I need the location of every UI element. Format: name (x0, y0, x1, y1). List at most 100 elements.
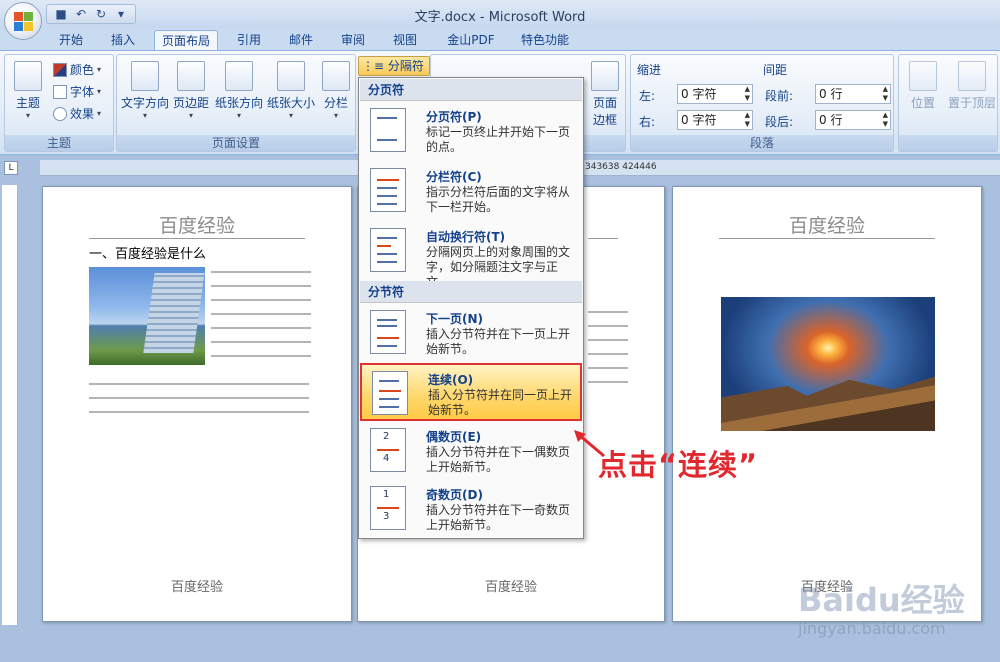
even-page-icon: 2 4 (370, 428, 406, 472)
spacing-after-label: 段后: (765, 115, 794, 129)
spacing-title: 间距 (763, 63, 788, 77)
columns-button[interactable]: 分栏 ▾ (319, 61, 353, 120)
page-1[interactable]: 百度经验 一、百度经验是什么 百度经验 (42, 186, 352, 622)
watermark-brand: Baidu经验 (798, 581, 965, 619)
indent-title: 缩进 (637, 63, 662, 77)
tab-references[interactable]: 引用 (228, 30, 270, 50)
position-button[interactable]: 位置 (903, 61, 943, 111)
orientation-button[interactable]: 纸张方向 ▾ (213, 61, 265, 120)
menu-section-page-breaks: 分页符 (360, 79, 582, 101)
tab-view[interactable]: 视图 (384, 30, 426, 50)
colors-icon (53, 62, 67, 77)
landscape-image (721, 297, 935, 431)
bring-to-front-button[interactable]: 置于顶层 (945, 61, 999, 111)
column-break-icon (370, 168, 406, 212)
margins-button[interactable]: 页边距 ▾ (171, 61, 211, 120)
spinner-icon[interactable]: ▲ ▼ (745, 111, 750, 129)
undo-icon[interactable]: ↶ (73, 6, 89, 22)
tab-features[interactable]: 特色功能 (514, 30, 576, 50)
title-bar: 文字.docx - Microsoft Word (0, 0, 1000, 28)
page-break-icon (370, 108, 406, 152)
tab-review[interactable]: 审阅 (332, 30, 374, 50)
size-button[interactable]: 纸张大小 ▾ (265, 61, 317, 120)
theme-group: 主题 ▾ 颜色 ▾ 字体 ▾ 效果 ▾ 主题 (4, 54, 114, 152)
indent-right-field[interactable]: 0 字符 ▲ ▼ (677, 110, 753, 130)
text-wrapping-icon (370, 228, 406, 272)
page-borders-button[interactable]: 页面 边框 (585, 61, 625, 128)
page-3[interactable]: 百度经验 百度经验 (672, 186, 982, 622)
body-text-lines (211, 271, 311, 369)
menu-item-text-wrapping-break[interactable]: 自动换行符(T) 分隔网页上的对象周围的文字，如分隔题注文字与正文。 (360, 222, 582, 289)
breaks-icon: ⋮≡ (362, 59, 385, 73)
quick-access-toolbar: ■ ↶ ↻ ▾ (46, 4, 136, 24)
window-title: 文字.docx - Microsoft Word (414, 10, 586, 25)
baidu-watermark: Baidu经验 jingyan.baidu.com (788, 575, 998, 655)
paragraph-group-label: 段落 (631, 135, 893, 151)
page-heading: 一、百度经验是什么 (89, 247, 207, 262)
menu-item-odd-page[interactable]: 1 3 奇数页(D) 插入分节符并在下一奇数页上开始新节。 (360, 480, 582, 538)
spacing-before-label: 段前: (765, 89, 794, 103)
indent-left-field[interactable]: 0 字符 ▲ ▼ (677, 84, 753, 104)
menu-item-continuous[interactable]: 连续(O) 插入分节符并在同一页上开始新节。 (360, 363, 582, 421)
office-button[interactable] (4, 2, 42, 40)
theme-fonts-button[interactable]: 字体 ▾ (53, 83, 101, 100)
page-borders-icon (591, 61, 619, 91)
page-header: 百度经验 (89, 211, 305, 239)
spacing-after-field[interactable]: 0 行 ▲ ▼ (815, 110, 891, 130)
text-direction-button[interactable]: 文字方向 ▾ (119, 61, 171, 120)
ribbon-tabs: 开始 插入 页面布局 引用 邮件 审阅 视图 金山PDF 特色功能 (0, 28, 1000, 50)
theme-group-label: 主题 (5, 135, 113, 151)
text-direction-icon (131, 61, 159, 91)
tab-mailings[interactable]: 邮件 (280, 30, 322, 50)
tab-selector[interactable]: L (4, 161, 18, 175)
spacing-before-field[interactable]: 0 行 ▲ ▼ (815, 84, 891, 104)
ruler-numbers: 343638 424446 (585, 162, 657, 172)
page-header: 百度经验 (719, 211, 935, 239)
spinner-icon[interactable]: ▲ ▼ (883, 111, 888, 129)
tab-insert[interactable]: 插入 (102, 30, 144, 50)
indent-left-label: 左: (639, 89, 656, 103)
bring-to-front-icon (958, 61, 986, 91)
breaks-button[interactable]: ⋮≡ 分隔符 ▾ (358, 56, 430, 90)
orientation-icon (225, 61, 253, 91)
position-icon (909, 61, 937, 91)
theme-effects-button[interactable]: 效果 ▾ (53, 105, 101, 122)
effects-icon (53, 106, 67, 121)
indent-right-label: 右: (639, 115, 656, 129)
menu-item-page-break[interactable]: 分页符(P) 标记一页终止并开始下一页的点。 (360, 102, 582, 160)
page-setup-group: 文字方向 ▾ 页边距 ▾ 纸张方向 ▾ 纸张大小 ▾ 分栏 ▾ 页面设置 (116, 54, 356, 152)
customize-qat-icon[interactable]: ▾ (113, 6, 129, 22)
spinner-icon[interactable]: ▲ ▼ (745, 85, 750, 103)
save-icon[interactable]: ■ (53, 6, 69, 22)
menu-item-next-page[interactable]: 下一页(N) 插入分节符并在下一页上开始新节。 (360, 304, 582, 362)
next-page-icon (370, 310, 406, 354)
redo-icon[interactable]: ↻ (93, 6, 109, 22)
menu-item-even-page[interactable]: 2 4 偶数页(E) 插入分节符并在下一偶数页上开始新节。 (360, 422, 582, 480)
page-footer: 百度经验 (170, 580, 223, 595)
tab-kingsoft-pdf[interactable]: 金山PDF (440, 30, 502, 50)
theme-colors-button[interactable]: 颜色 ▾ (53, 61, 101, 78)
menu-item-column-break[interactable]: 分栏符(C) 指示分栏符后面的文字将从下一栏开始。 (360, 162, 582, 220)
office-logo-icon (14, 12, 34, 32)
themes-button[interactable]: 主题 ▾ (11, 61, 45, 120)
breaks-menu: 分页符 分页符(P) 标记一页终止并开始下一页的点。 分栏符(C) 指示分栏符后… (358, 77, 584, 539)
page-footer: 百度经验 (484, 580, 537, 595)
continuous-icon (372, 371, 408, 415)
paragraph-group: 缩进 间距 左: 0 字符 ▲ ▼ 右: 0 字符 ▲ ▼ 段前: 0 行 ▲ ▼ 段… (630, 54, 894, 152)
size-icon (277, 61, 305, 91)
menu-section-section-breaks: 分节符 (360, 281, 582, 303)
tab-page-layout[interactable]: 页面布局 (154, 30, 218, 50)
page-setup-group-label: 页面设置 (117, 135, 355, 151)
fonts-icon (53, 84, 67, 99)
spinner-icon[interactable]: ▲ ▼ (883, 85, 888, 103)
themes-icon (14, 61, 42, 91)
arrange-group: 位置 置于顶层 (898, 54, 998, 152)
annotation-label: 点击“连续” (598, 448, 759, 482)
margins-icon (177, 61, 205, 91)
watermark-url: jingyan.baidu.com (798, 619, 946, 638)
building-image (89, 267, 205, 365)
odd-page-icon: 1 3 (370, 486, 406, 530)
columns-icon (322, 61, 350, 91)
tab-home[interactable]: 开始 (50, 30, 92, 50)
vertical-ruler[interactable] (2, 185, 18, 625)
